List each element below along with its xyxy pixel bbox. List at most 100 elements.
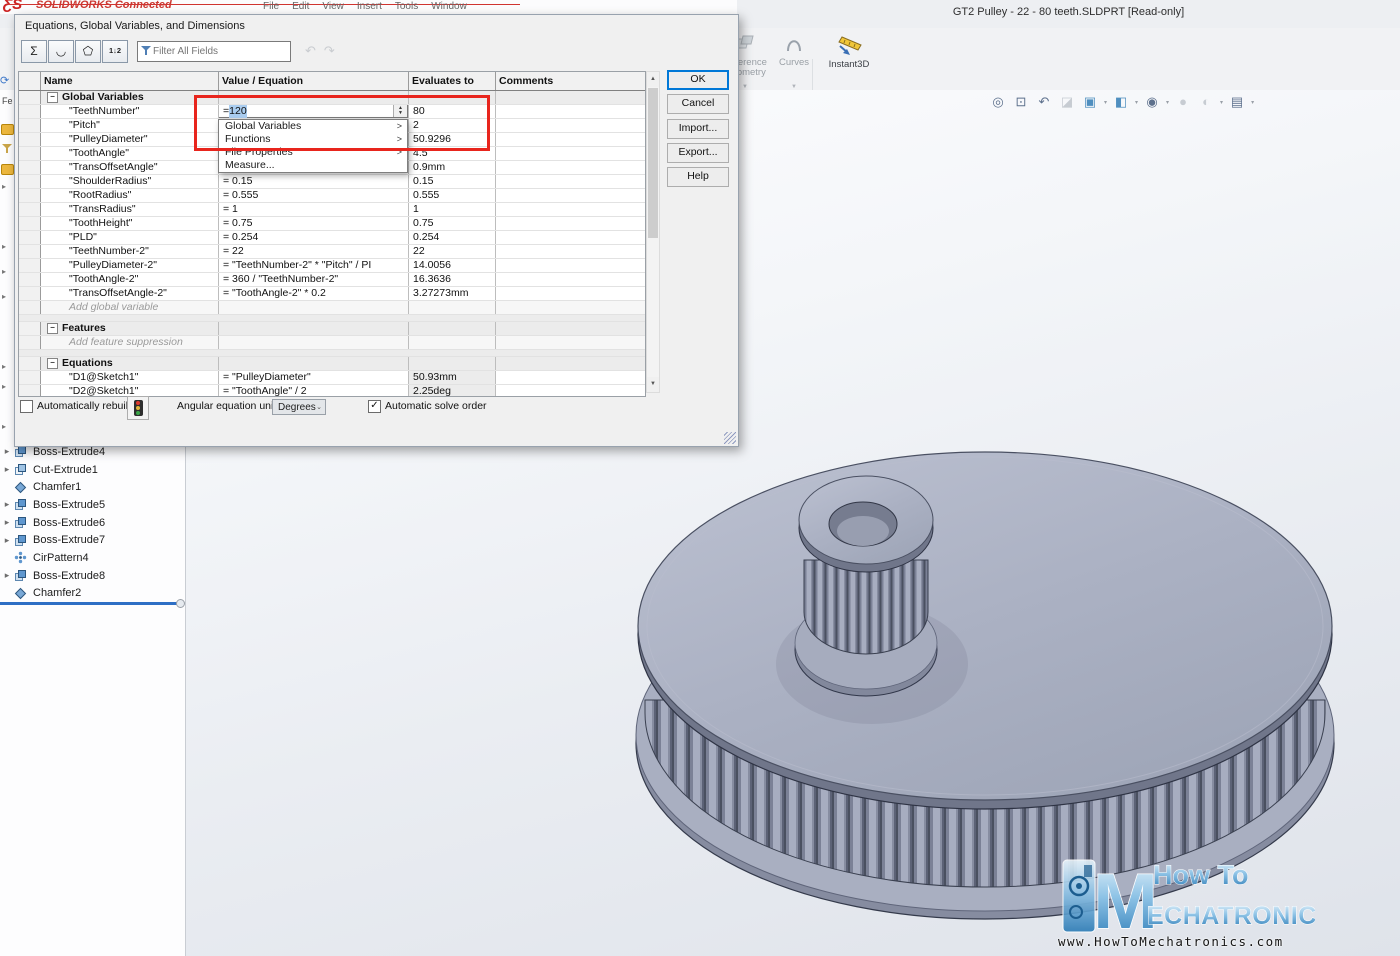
solidworks-logo-icon: ƸS [3, 0, 22, 13]
export-button[interactable]: Export... [667, 143, 729, 163]
table-header: Name Value / Equation Evaluates to Comme… [19, 72, 645, 91]
feature-tree-sliver: ⟳ Fe ▸ ▸ ▸ ▸ ▸ ▸ ▸ [0, 90, 14, 446]
filter-icon [2, 144, 12, 154]
table-row[interactable]: "TransRadius"= 11 [19, 203, 645, 217]
dialog-resize-grip[interactable] [724, 432, 736, 444]
angular-units-dropdown[interactable]: Degrees ⌄ [272, 399, 326, 415]
table-row[interactable]: "PLD"= 0.2540.254 [19, 231, 645, 245]
feature-label: Chamfer1 [33, 481, 81, 493]
column-header-evaluates: Evaluates to [409, 72, 496, 90]
automatic-solve-order-checkbox[interactable]: ✓ [368, 400, 381, 413]
sketch-equation-view-button[interactable]: ◡ [48, 40, 74, 63]
feature-label: Chamfer2 [33, 587, 81, 599]
tree-expand-arrow[interactable]: ▸ [2, 382, 6, 391]
document-title: GT2 Pulley - 22 - 80 teeth.SLDPRT [Read-… [737, 6, 1400, 18]
filter-field[interactable] [137, 41, 291, 62]
feature-tree-item-boss-extrude8[interactable]: ▸Boss-Extrude8 [0, 567, 184, 585]
feature-label: Boss-Extrude6 [33, 517, 105, 529]
feature-tree-item-chamfer1[interactable]: Chamfer1 [0, 478, 184, 496]
import-button[interactable]: Import... [667, 119, 729, 139]
filter-funnel-icon [141, 46, 151, 56]
feature-label: CirPattern4 [33, 552, 89, 564]
scroll-thumb[interactable] [648, 88, 658, 238]
table-row[interactable]: "D2@Sketch1"= "ToothAngle" / 22.25deg [19, 385, 645, 397]
solidworks-app: GT2 Pulley - 22 - 80 teeth.SLDPRT [Read-… [0, 0, 1400, 956]
dialog-title: Equations, Global Variables, and Dimensi… [25, 20, 245, 32]
pulley-top-flange[interactable] [638, 452, 1332, 800]
table-row[interactable]: "ShoulderRadius"= 0.150.15 [19, 175, 645, 189]
table-row[interactable]: −Equations [19, 357, 645, 371]
feature-tree-item-boss-extrude5[interactable]: ▸Boss-Extrude5 [0, 496, 184, 514]
rebuild-traffic-light-button[interactable] [127, 396, 149, 420]
watermark-line2: ECHATRONICS [1147, 902, 1315, 930]
brand-text: SOLIDWORKS Connected [36, 0, 172, 11]
tree-expand-arrow[interactable]: ▸ [2, 182, 6, 191]
ok-button[interactable]: OK [667, 70, 729, 90]
tree-expand-arrow[interactable]: ▸ [0, 570, 14, 581]
feature-tree-item-boss-extrude7[interactable]: ▸Boss-Extrude7 [0, 531, 184, 549]
tree-expand-arrow[interactable]: ▸ [2, 292, 6, 301]
feature-tree-item-boss-extrude6[interactable]: ▸ Boss-Extrude6 [0, 514, 184, 532]
tree-expand-arrow[interactable]: ▸ [0, 535, 14, 546]
rebuild-icon: ⟳ [0, 74, 9, 87]
pulley-teeth-22[interactable] [804, 560, 928, 654]
table-row[interactable]: Add global variable [19, 301, 645, 315]
collapse-icon[interactable]: − [47, 92, 58, 103]
ordered-view-button[interactable]: 1↓2 [102, 40, 128, 63]
instant3d-button[interactable]: Instant3D [818, 34, 880, 70]
chamfer-icon [14, 587, 29, 600]
menu-insert[interactable]: Insert [357, 1, 382, 12]
circular-pattern-icon [14, 551, 29, 564]
menu-tools[interactable]: Tools [395, 1, 418, 12]
scroll-down-arrow[interactable]: ▼ [647, 377, 659, 392]
menu-view[interactable]: View [322, 1, 344, 12]
tree-expand-arrow[interactable]: ▸ [2, 242, 6, 251]
menu-bar: ƸS SOLIDWORKS Connected File Edit View Inse… [0, 0, 737, 14]
tree-expand-arrow[interactable]: ▸ [0, 464, 14, 475]
table-row[interactable]: "PulleyDiameter-2"= "TeethNumber-2" * "P… [19, 259, 645, 273]
tree-expand-arrow[interactable]: ▸ [2, 422, 6, 431]
table-scrollbar[interactable]: ▲ ▼ [646, 71, 660, 393]
equations-dialog: Equations, Global Variables, and Dimensi… [14, 14, 739, 447]
feature-tree-item-chamfer2[interactable]: Chamfer2 [0, 585, 184, 603]
help-button[interactable]: Help [667, 167, 729, 187]
redo-icon[interactable]: ↷ [324, 43, 335, 59]
feature-tree-item-cut-extrude1[interactable]: ▸ Cut-Extrude1 [0, 461, 184, 479]
watermark-line1: How To [1153, 860, 1248, 890]
table-row [19, 350, 645, 357]
tree-expand-arrow[interactable]: ▸ [0, 446, 14, 457]
menu-window[interactable]: Window [431, 1, 467, 12]
table-row[interactable]: "ToothHeight"= 0.750.75 [19, 217, 645, 231]
boss-extrude-icon [14, 516, 29, 529]
table-row[interactable]: "D1@Sketch1"= "PulleyDiameter"50.93mm [19, 371, 645, 385]
equation-view-button[interactable]: Σ [21, 40, 47, 63]
tree-expand-arrow[interactable]: ▸ [0, 499, 14, 510]
cancel-button[interactable]: Cancel [667, 94, 729, 114]
table-row[interactable]: "ToothAngle-2"= 360 / "TeethNumber-2"16.… [19, 273, 645, 287]
automatically-rebuild-checkbox[interactable] [20, 400, 33, 413]
collapse-icon[interactable]: − [47, 358, 58, 369]
feature-tree-item-cirpattern4[interactable]: CirPattern4 [0, 549, 184, 567]
table-row[interactable]: −Features [19, 322, 645, 336]
table-row[interactable]: Add feature suppression [19, 336, 645, 350]
table-row[interactable]: "TeethNumber-2"= 2222 [19, 245, 645, 259]
cut-extrude-icon [14, 463, 29, 476]
curves-button[interactable]: Curves ▼ [776, 32, 812, 68]
scroll-up-arrow[interactable]: ▲ [647, 72, 659, 87]
rollback-handle[interactable] [176, 599, 185, 608]
dialog-toolbar: Σ ◡ ⬠ 1↓2 ↶ ↷ [21, 40, 335, 62]
undo-icon[interactable]: ↶ [305, 43, 316, 59]
menu-file[interactable]: File [263, 1, 279, 12]
rollback-bar[interactable] [0, 602, 183, 605]
tree-expand-arrow[interactable]: ▸ [2, 362, 6, 371]
tree-expand-arrow[interactable]: ▸ [2, 267, 6, 276]
table-row[interactable]: "RootRadius"= 0.5550.555 [19, 189, 645, 203]
table-row[interactable]: "TransOffsetAngle-2"= "ToothAngle-2" * 0… [19, 287, 645, 301]
filter-input[interactable] [151, 45, 273, 58]
feature-label: Cut-Extrude1 [33, 464, 98, 476]
menu-edit[interactable]: Edit [292, 1, 309, 12]
tree-expand-arrow[interactable]: ▸ [0, 517, 14, 528]
collapse-icon[interactable]: − [47, 323, 58, 334]
context-menu-item[interactable]: Measure... [219, 159, 407, 172]
dimension-view-button[interactable]: ⬠ [75, 40, 101, 63]
